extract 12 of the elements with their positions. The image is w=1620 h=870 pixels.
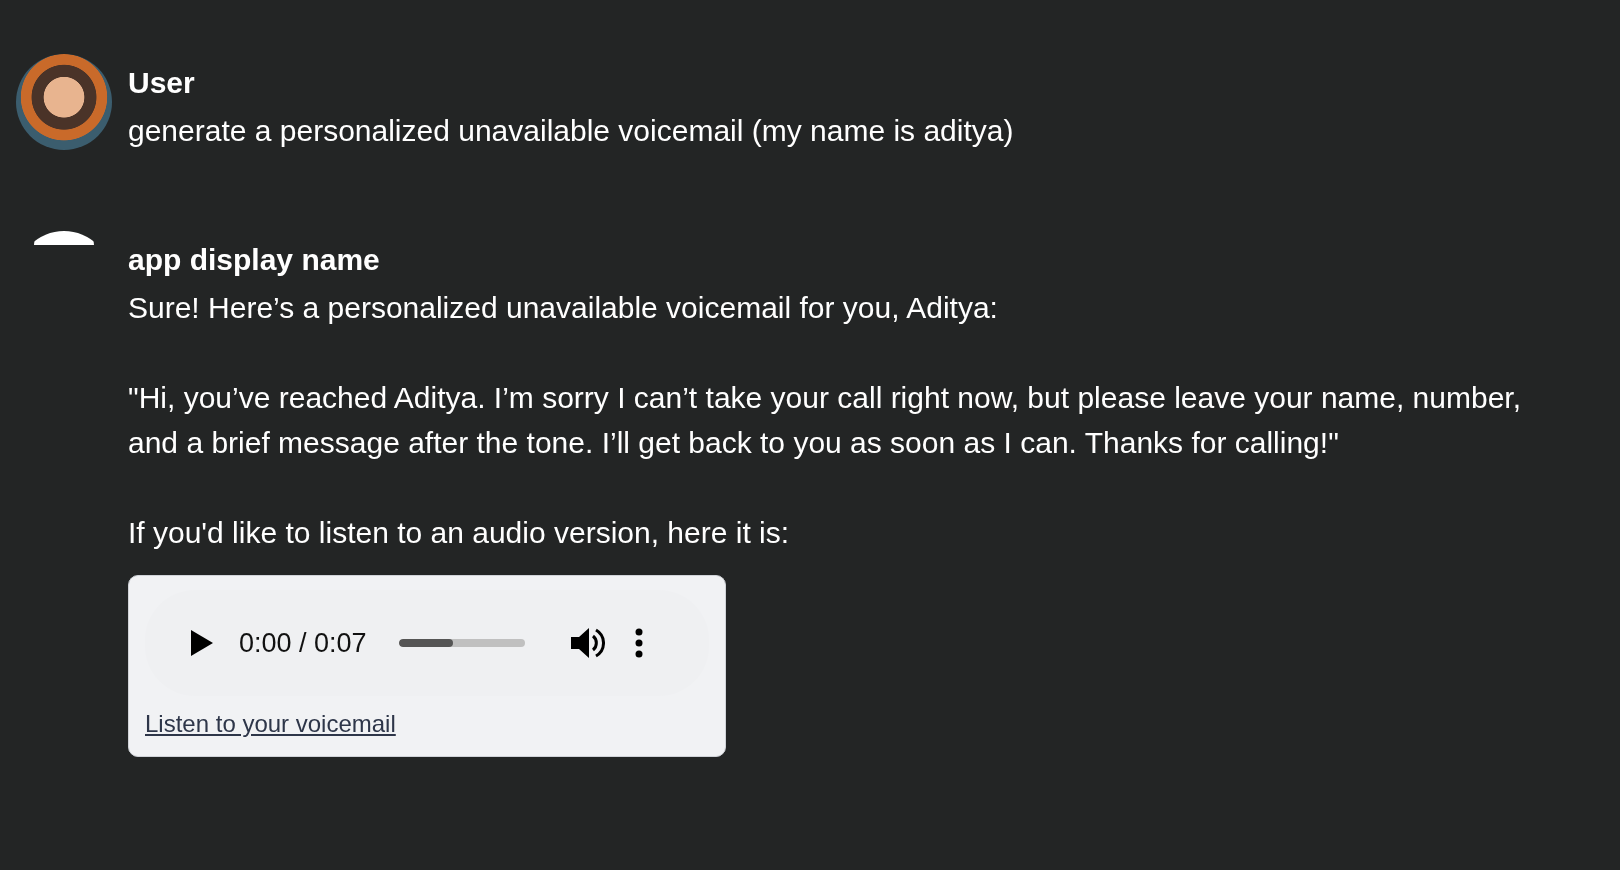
author-name: app display name: [128, 242, 381, 278]
message-text: If you'd like to listen to an audio version, here it is:: [128, 515, 791, 551]
message-text: Sure! Here’s a personalized unavailable voicemail for you, Aditya:: [128, 290, 999, 326]
message-text: generate a personalized unavailable voicemail (my name is aditya): [128, 113, 1015, 149]
progress-track[interactable]: [398, 639, 525, 647]
message-text: "Hi, you’ve reached Aditya. I’m sorry I can’t take your call right now, but please leave your name, number, and a brief message after the tone. I’ll get back to you as soon as I can. Thanks for calling!": [128, 380, 1522, 461]
author-name: User: [128, 65, 196, 101]
voicemail-link[interactable]: Listen to your voicemail: [145, 710, 396, 738]
more-options-icon[interactable]: [634, 628, 643, 658]
play-icon[interactable]: [191, 630, 213, 656]
time-display: 0:00 / 0:07: [239, 627, 367, 659]
volume-icon[interactable]: [570, 627, 605, 659]
